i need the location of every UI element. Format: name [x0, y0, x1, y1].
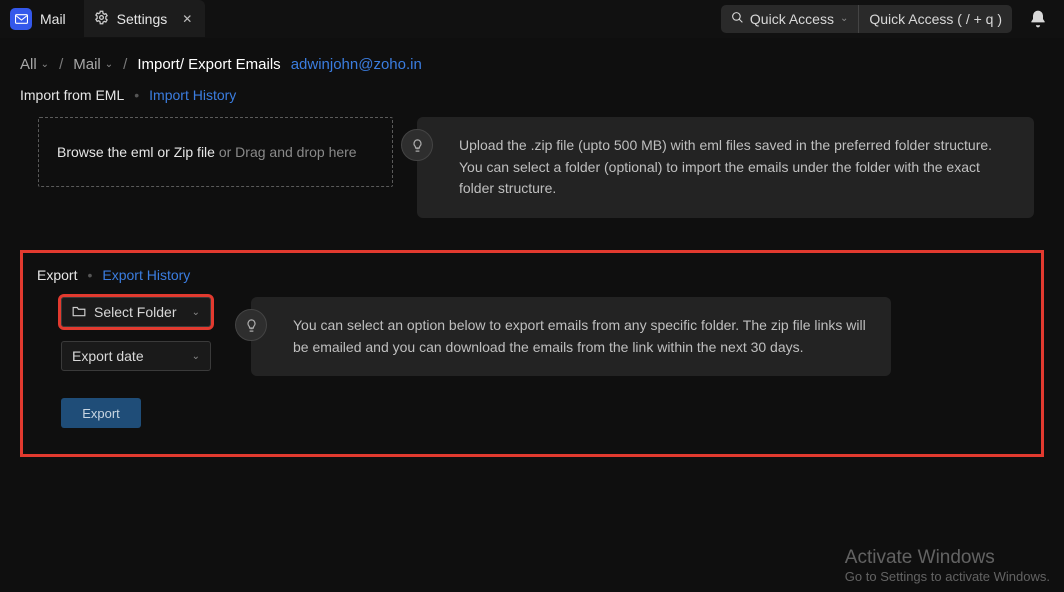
chevron-down-icon: ⌄	[41, 59, 49, 70]
select-folder-label: Select Folder	[94, 304, 176, 320]
lightbulb-icon	[401, 129, 433, 161]
tab-mail-label: Mail	[40, 11, 66, 27]
chevron-down-icon: ⌄	[192, 307, 200, 318]
quick-access-dropdown[interactable]: Quick Access ⌄	[721, 5, 859, 33]
quick-access-shortcut[interactable]: Quick Access ( / + q )	[859, 11, 1012, 27]
quick-shortcut-label: Quick Access ( / + q )	[869, 11, 1002, 27]
export-button[interactable]: Export	[61, 398, 141, 428]
export-section-header: Export • Export History	[37, 267, 1027, 283]
export-tip-text: You can select an option below to export…	[293, 317, 866, 355]
close-icon[interactable]: ✕	[179, 11, 195, 27]
breadcrumb: All ⌄ / Mail ⌄ / Import/ Export Emails a…	[0, 38, 1064, 87]
export-date-dropdown[interactable]: Export date ⌄	[61, 341, 211, 371]
crumb-separator: /	[59, 56, 63, 73]
export-title: Export	[37, 267, 77, 283]
mail-icon	[10, 8, 32, 30]
export-section-highlight: Export • Export History Select Folder ⌄	[20, 250, 1044, 457]
notification-bell-icon[interactable]	[1028, 9, 1048, 29]
search-icon	[731, 11, 744, 27]
quick-access-group: Quick Access ⌄ Quick Access ( / + q )	[721, 5, 1012, 33]
crumb-mail[interactable]: Mail ⌄	[73, 56, 113, 73]
quick-access-label: Quick Access	[750, 11, 834, 27]
crumb-email[interactable]: adwinjohn@zoho.in	[291, 56, 422, 73]
tab-bar: Mail Settings ✕ Quick Access ⌄ Quick Acc…	[0, 0, 1064, 38]
crumb-separator: /	[123, 56, 127, 73]
tab-settings-label: Settings	[117, 11, 168, 27]
import-tip-text: Upload the .zip file (upto 500 MB) with …	[459, 137, 992, 196]
chevron-down-icon: ⌄	[192, 351, 200, 362]
watermark-line2: Go to Settings to activate Windows.	[845, 569, 1050, 584]
export-date-label: Export date	[72, 348, 144, 364]
windows-activation-watermark: Activate Windows Go to Settings to activ…	[845, 547, 1050, 584]
chevron-down-icon: ⌄	[105, 59, 113, 70]
tab-settings[interactable]: Settings ✕	[84, 0, 206, 37]
tab-mail[interactable]: Mail	[0, 0, 84, 37]
dropzone-secondary: or Drag and drop here	[215, 144, 357, 160]
import-section-header: Import from EML • Import History	[20, 87, 1044, 103]
dropzone-primary: Browse the eml or Zip file	[57, 144, 215, 160]
select-folder-dropdown[interactable]: Select Folder ⌄	[61, 297, 211, 327]
export-tip: You can select an option below to export…	[251, 297, 891, 376]
gear-icon	[94, 10, 109, 28]
import-tip: Upload the .zip file (upto 500 MB) with …	[417, 117, 1034, 218]
export-history-link[interactable]: Export History	[102, 267, 190, 283]
import-history-link[interactable]: Import History	[149, 87, 236, 103]
crumb-current: Import/ Export Emails	[137, 56, 280, 73]
lightbulb-icon	[235, 309, 267, 341]
watermark-line1: Activate Windows	[845, 547, 1050, 569]
import-dropzone[interactable]: Browse the eml or Zip file or Drag and d…	[38, 117, 393, 187]
chevron-down-icon: ⌄	[840, 13, 848, 24]
folder-icon	[72, 304, 86, 320]
import-title: Import from EML	[20, 87, 124, 103]
crumb-all[interactable]: All ⌄	[20, 56, 49, 73]
